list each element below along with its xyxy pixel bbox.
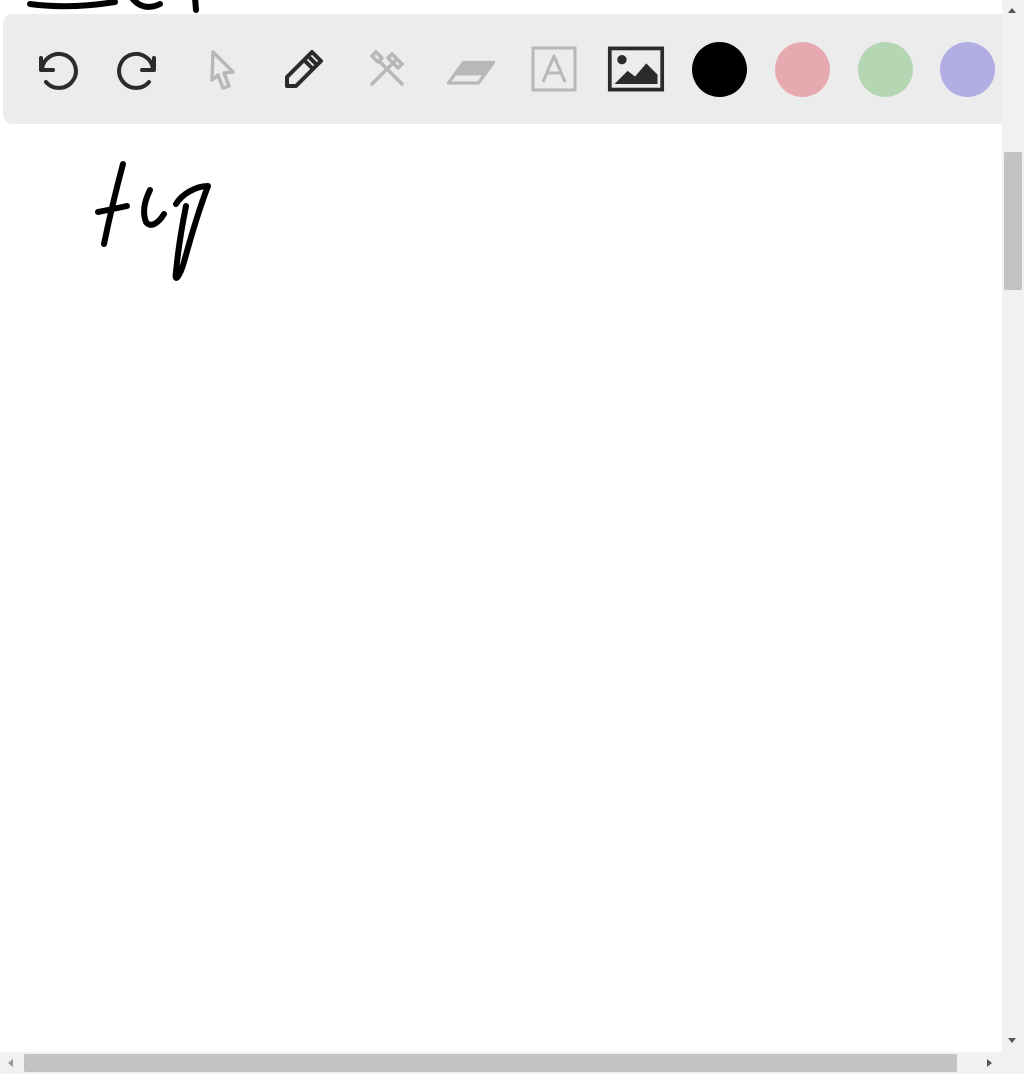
- scroll-down-arrow-icon[interactable]: [1008, 1038, 1016, 1043]
- eraser-tool-button[interactable]: [441, 40, 499, 98]
- select-tool-button[interactable]: [193, 40, 251, 98]
- color-swatch-black[interactable]: [692, 42, 747, 97]
- horizontal-scroll-thumb[interactable]: [24, 1054, 957, 1072]
- ink-stroke-f-bar: [95, 203, 130, 215]
- ink-stroke-top-1: [27, 0, 118, 10]
- crossed-tools-icon: [370, 50, 404, 86]
- color-swatch-green[interactable]: [858, 42, 913, 97]
- undo-button[interactable]: [27, 40, 85, 98]
- image-insert-button[interactable]: [607, 40, 665, 98]
- whiteboard-app: [0, 0, 1024, 1074]
- eraser-icon: [446, 60, 496, 85]
- scroll-right-arrow-icon[interactable]: [987, 1059, 992, 1067]
- redo-icon: [117, 51, 156, 90]
- ink-stroke-f-stem: [101, 161, 126, 247]
- text-tool-button[interactable]: [525, 40, 583, 98]
- pointer-icon: [210, 50, 235, 90]
- scroll-left-arrow-icon[interactable]: [8, 1059, 13, 1067]
- scroll-up-arrow-icon[interactable]: [1008, 8, 1016, 13]
- pencil-icon: [285, 50, 323, 88]
- drawing-canvas[interactable]: [0, 0, 1002, 1052]
- text-box-icon: [531, 46, 577, 92]
- redo-button[interactable]: [110, 40, 168, 98]
- ink-stroke-y-left: [141, 187, 167, 228]
- color-swatch-pink[interactable]: [775, 42, 830, 97]
- undo-icon: [39, 51, 78, 90]
- pen-tool-button[interactable]: [275, 40, 333, 98]
- ink-stroke-top-3: [192, 0, 199, 13]
- handwriting-strokes: [27, 0, 211, 281]
- vertical-scroll-thumb[interactable]: [1004, 152, 1022, 290]
- toolbar: [3, 14, 1023, 124]
- ink-stroke-y-right: [172, 183, 211, 281]
- tools-button[interactable]: [358, 40, 416, 98]
- color-swatch-purple[interactable]: [940, 42, 995, 97]
- ink-stroke-top-2: [129, 0, 163, 10]
- image-icon: [607, 46, 665, 92]
